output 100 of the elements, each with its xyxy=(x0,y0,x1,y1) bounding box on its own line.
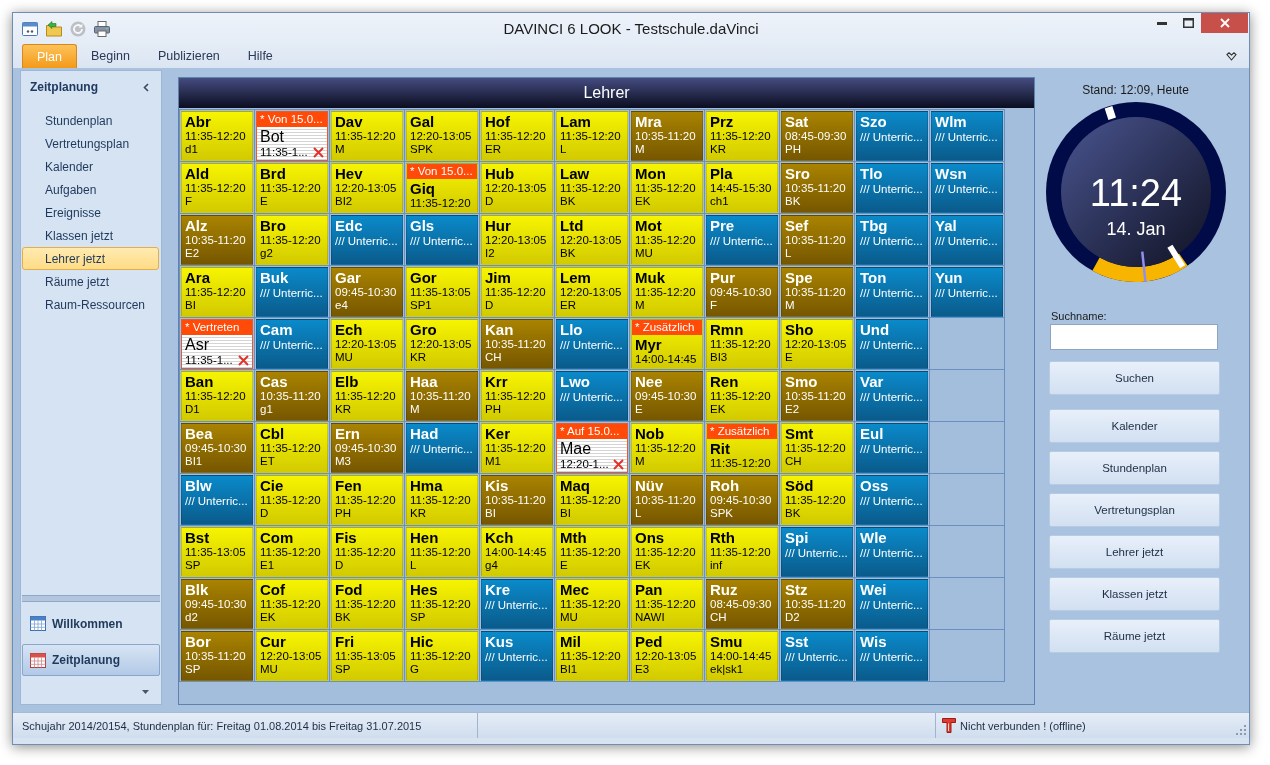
teacher-card[interactable]: Nee 09:45-10:30 E xyxy=(631,371,703,421)
teacher-card[interactable]: Had /// Unterric... xyxy=(406,423,478,473)
teacher-card[interactable]: Haa 10:35-11:20 M xyxy=(406,371,478,421)
teacher-card[interactable]: Elb 11:35-12:20 KR xyxy=(331,371,403,421)
teacher-card[interactable]: Kan 10:35-11:20 CH xyxy=(481,319,553,369)
teacher-card[interactable]: Lem 12:20-13:05 ER xyxy=(556,267,628,317)
teacher-card[interactable]: Cbl 11:35-12:20 ET xyxy=(256,423,328,473)
teacher-card[interactable]: Sst /// Unterric... xyxy=(781,631,853,681)
teacher-card[interactable]: Pre /// Unterric... xyxy=(706,215,778,265)
teacher-card[interactable]: Pla 14:45-15:30 ch1 xyxy=(706,163,778,213)
teacher-card[interactable]: * Zusätzlich Myr 14:00-14:45 xyxy=(631,319,703,369)
teacher-card[interactable]: Ern 09:45-10:30 M3 xyxy=(331,423,403,473)
teacher-card[interactable]: Ren 11:35-12:20 EK xyxy=(706,371,778,421)
sidebar-item[interactable]: Ereignisse xyxy=(22,201,159,224)
teacher-card[interactable]: Mra 10:35-11:20 M xyxy=(631,111,703,161)
teacher-card[interactable]: Sef 10:35-11:20 L xyxy=(781,215,853,265)
close-button[interactable] xyxy=(1201,13,1248,33)
teacher-card[interactable]: Buk /// Unterric... xyxy=(256,267,328,317)
teacher-card[interactable]: Ruz 08:45-09:30 CH xyxy=(706,579,778,629)
nav-button[interactable]: Zeitplanung xyxy=(22,644,160,676)
teacher-card[interactable]: Fis 11:35-12:20 D xyxy=(331,527,403,577)
teacher-card[interactable]: Var /// Unterric... xyxy=(856,371,928,421)
sidebar-item[interactable]: Stundenplan xyxy=(22,109,159,132)
teacher-card[interactable]: * Zusätzlich Rit 11:35-12:20 xyxy=(706,423,778,473)
teacher-card[interactable]: Sho 12:20-13:05 E xyxy=(781,319,853,369)
teacher-card[interactable]: Gor 11:35-13:05 SP1 xyxy=(406,267,478,317)
teacher-card[interactable]: Smu 14:00-14:45 ek|sk1 xyxy=(706,631,778,681)
teacher-card[interactable]: Ban 11:35-12:20 D1 xyxy=(181,371,253,421)
action-button[interactable]: Räume jetzt xyxy=(1049,619,1220,653)
chevron-left-icon[interactable] xyxy=(143,82,149,92)
teacher-card[interactable]: Law 11:35-12:20 BK xyxy=(556,163,628,213)
search-field[interactable] xyxy=(1050,324,1218,350)
teacher-card[interactable]: Wsn /// Unterric... xyxy=(931,163,1003,213)
teacher-card[interactable]: Bea 09:45-10:30 BI1 xyxy=(181,423,253,473)
teacher-card[interactable]: Fri 11:35-13:05 SP xyxy=(331,631,403,681)
teacher-card[interactable]: Blk 09:45-10:30 d2 xyxy=(181,579,253,629)
teacher-card[interactable]: Hma 11:35-12:20 KR xyxy=(406,475,478,525)
teacher-card[interactable]: Stz 10:35-11:20 D2 xyxy=(781,579,853,629)
ribbon-tab[interactable]: Publizieren xyxy=(143,44,234,68)
teacher-card[interactable]: Dav 11:35-12:20 M xyxy=(331,111,403,161)
teacher-card[interactable]: Bro 11:35-12:20 g2 xyxy=(256,215,328,265)
teacher-card[interactable]: Nob 11:35-12:20 M xyxy=(631,423,703,473)
teacher-card[interactable]: Cas 10:35-11:20 g1 xyxy=(256,371,328,421)
teacher-card[interactable]: Wle /// Unterric... xyxy=(856,527,928,577)
teacher-card[interactable]: Cur 12:20-13:05 MU xyxy=(256,631,328,681)
teacher-card[interactable]: Fod 11:35-12:20 BK xyxy=(331,579,403,629)
teacher-card[interactable]: Oss /// Unterric... xyxy=(856,475,928,525)
sidebar-item[interactable]: Kalender xyxy=(22,155,159,178)
action-button[interactable]: Klassen jetzt xyxy=(1049,577,1220,611)
teacher-card[interactable]: Lwo /// Unterric... xyxy=(556,371,628,421)
teacher-card[interactable]: Pur 09:45-10:30 F xyxy=(706,267,778,317)
window-icon[interactable] xyxy=(22,21,38,37)
teacher-card[interactable]: Yal /// Unterric... xyxy=(931,215,1003,265)
teacher-card[interactable]: Ton /// Unterric... xyxy=(856,267,928,317)
teacher-card[interactable]: Brd 11:35-12:20 E xyxy=(256,163,328,213)
teacher-card[interactable]: Hic 11:35-12:20 G xyxy=(406,631,478,681)
action-button[interactable]: Kalender xyxy=(1049,409,1220,443)
teacher-card[interactable]: Bor 10:35-11:20 SP xyxy=(181,631,253,681)
teacher-card[interactable]: Tlo /// Unterric... xyxy=(856,163,928,213)
teacher-card[interactable]: Spe 10:35-11:20 M xyxy=(781,267,853,317)
teacher-card[interactable]: Spi /// Unterric... xyxy=(781,527,853,577)
search-button[interactable]: Suchen xyxy=(1049,361,1220,395)
teacher-card[interactable]: Alz 10:35-11:20 E2 xyxy=(181,215,253,265)
teacher-card[interactable]: Und /// Unterric... xyxy=(856,319,928,369)
teacher-card[interactable]: Ara 11:35-12:20 BI xyxy=(181,267,253,317)
teacher-card[interactable]: Gal 12:20-13:05 SPK xyxy=(406,111,478,161)
teacher-card[interactable]: Kre /// Unterric... xyxy=(481,579,553,629)
action-button[interactable]: Stundenplan xyxy=(1049,451,1220,485)
teacher-card[interactable]: * Auf 15.0... Mae 12:20-1... xyxy=(556,423,628,473)
teacher-card[interactable]: Hof 11:35-12:20 ER xyxy=(481,111,553,161)
teacher-card[interactable]: Smt 11:35-12:20 CH xyxy=(781,423,853,473)
teacher-card[interactable]: Jim 11:35-12:20 D xyxy=(481,267,553,317)
teacher-card[interactable]: Gls /// Unterric... xyxy=(406,215,478,265)
teacher-card[interactable]: Mth 11:35-12:20 E xyxy=(556,527,628,577)
teacher-card[interactable]: Krr 11:35-12:20 PH xyxy=(481,371,553,421)
teacher-card[interactable]: Cof 11:35-12:20 EK xyxy=(256,579,328,629)
teacher-card[interactable]: Maq 11:35-12:20 BI xyxy=(556,475,628,525)
folder-icon[interactable] xyxy=(46,21,62,37)
teacher-card[interactable]: Cie 11:35-12:20 D xyxy=(256,475,328,525)
teacher-card[interactable]: Hen 11:35-12:20 L xyxy=(406,527,478,577)
sidebar-item[interactable]: Räume jetzt xyxy=(22,270,159,293)
sidebar-item[interactable]: Raum-Ressourcen xyxy=(22,293,159,316)
teacher-card[interactable]: Prz 11:35-12:20 KR xyxy=(706,111,778,161)
teacher-card[interactable]: Rth 11:35-12:20 inf xyxy=(706,527,778,577)
teacher-card[interactable]: Mec 11:35-12:20 MU xyxy=(556,579,628,629)
teacher-card[interactable]: Söd 11:35-12:20 BK xyxy=(781,475,853,525)
teacher-card[interactable]: Kus /// Unterric... xyxy=(481,631,553,681)
teacher-card[interactable]: Wlm /// Unterric... xyxy=(931,111,1003,161)
teacher-card[interactable]: Eul /// Unterric... xyxy=(856,423,928,473)
teacher-card[interactable]: Yun /// Unterric... xyxy=(931,267,1003,317)
teacher-card[interactable]: Pan 11:35-12:20 NAWI xyxy=(631,579,703,629)
teacher-card[interactable]: Kis 10:35-11:20 BI xyxy=(481,475,553,525)
teacher-card[interactable]: Sat 08:45-09:30 PH xyxy=(781,111,853,161)
teacher-card[interactable]: Hev 12:20-13:05 BI2 xyxy=(331,163,403,213)
teacher-card[interactable]: Szo /// Unterric... xyxy=(856,111,928,161)
teacher-card[interactable]: Gar 09:45-10:30 e4 xyxy=(331,267,403,317)
teacher-card[interactable]: Ped 12:20-13:05 E3 xyxy=(631,631,703,681)
teacher-card[interactable]: Hur 12:20-13:05 I2 xyxy=(481,215,553,265)
teacher-card[interactable]: Kch 14:00-14:45 g4 xyxy=(481,527,553,577)
sidebar-item[interactable]: Vertretungsplan xyxy=(22,132,159,155)
